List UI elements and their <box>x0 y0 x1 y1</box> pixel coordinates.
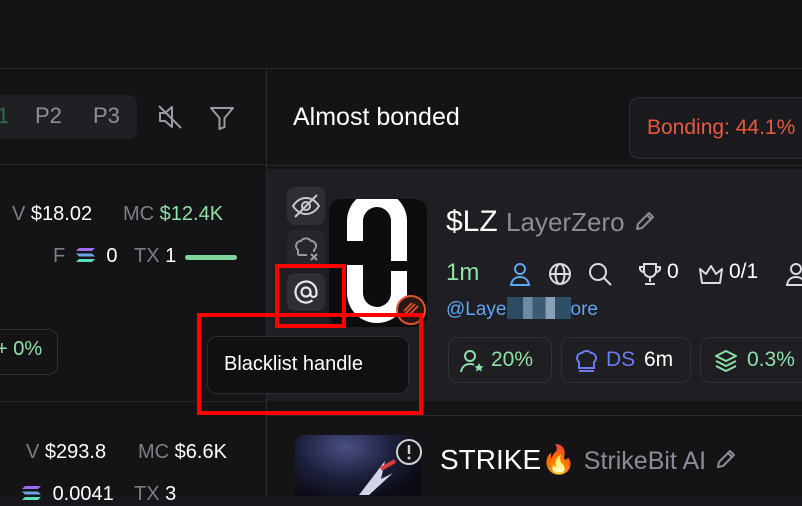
search-icon[interactable] <box>587 261 613 287</box>
alert-icon[interactable] <box>395 438 423 466</box>
token-row-2-tx: TX 3 <box>134 483 176 506</box>
token-row-1-tx: TX 1 <box>134 245 176 268</box>
token-row-1-fees: F 0 <box>53 245 117 268</box>
crown-icon <box>699 265 723 284</box>
handle-end: ore <box>570 299 598 320</box>
layers-chip[interactable]: 0.3% <box>700 337 802 383</box>
globe-icon[interactable] <box>547 261 573 287</box>
token-name[interactable]: LayerZero <box>506 207 625 237</box>
volume-value: $293.8 <box>44 441 107 463</box>
blacklist-dev-button[interactable] <box>287 230 325 268</box>
change-value: + 0% <box>0 338 43 360</box>
tx-value: 1 <box>165 245 177 267</box>
page-1-button[interactable]: 1 <box>0 103 9 129</box>
dev-sold-label: DS <box>606 348 636 371</box>
tx-ratio-bar <box>185 255 237 260</box>
chef-hat-x-icon <box>295 237 318 261</box>
token-ticker-line: $LZ LayerZero <box>446 205 657 239</box>
token-row-2-marketcap: MC $6.6K <box>138 441 227 464</box>
divider <box>267 415 802 416</box>
token-row-1-marketcap: MC $12.4K <box>123 203 223 226</box>
tx-label: TX <box>134 245 160 267</box>
almost-bonded-column: Almost bonded Bonding: 44.1% $LZ LayerZe… <box>267 69 802 496</box>
section-title: Almost bonded <box>293 103 460 131</box>
marketcap-label: MC <box>123 203 155 225</box>
volume-value: $18.02 <box>30 203 93 225</box>
marketcap-label: MC <box>138 441 170 463</box>
layers-chip-value: 0.3% <box>747 348 795 371</box>
fees-value: 0.0041 <box>52 483 114 505</box>
tx-value: 3 <box>165 483 177 505</box>
page-2-button[interactable]: P2 <box>35 103 62 129</box>
marketcap-value: $6.6K <box>174 441 227 463</box>
hide-button[interactable] <box>287 187 325 225</box>
fees-value: 0 <box>106 245 118 267</box>
token-ticker-line: STRIKE🔥 StrikeBit AI <box>440 443 738 476</box>
token-name[interactable]: StrikeBit AI <box>584 447 706 475</box>
token-row-1-volume: V $18.02 <box>12 203 92 226</box>
eye-off-icon <box>291 194 321 218</box>
token-ticker[interactable]: $LZ <box>446 205 498 238</box>
holders-chip[interactable]: 20% <box>448 337 552 383</box>
volume-label: V <box>12 203 26 225</box>
dev-sold-value: 6m <box>644 348 674 371</box>
pixelated-redaction <box>506 297 571 319</box>
user-icon <box>785 263 802 286</box>
mute-icon[interactable] <box>156 103 184 131</box>
trophy-icon <box>638 263 662 285</box>
chef-hat-icon <box>576 350 597 372</box>
volume-label: V <box>26 441 40 463</box>
left-column: 1 P2 P3 V $18.02 MC $12.4K F 0 TX 1 + 0%… <box>0 69 267 505</box>
bonding-text: Bonding: 44.1% <box>647 116 796 139</box>
layers-icon <box>715 350 737 372</box>
token-ticker[interactable]: STRIKE <box>440 444 541 475</box>
twitter-handle-link[interactable]: @Laye ore <box>446 297 598 321</box>
token-row-2-fees: 0.0041 <box>21 483 114 506</box>
user-star-icon <box>460 350 484 373</box>
page-3-button[interactable]: P3 <box>93 103 120 129</box>
crown-value: 0/1 <box>729 260 759 283</box>
divider <box>267 165 802 166</box>
edit-pencil-icon[interactable] <box>714 447 738 471</box>
top-bar <box>0 0 802 69</box>
holders-chip-value: 20% <box>491 348 534 371</box>
fees-label: F <box>53 245 66 267</box>
filter-icon[interactable] <box>208 104 236 132</box>
top-holders-value: 0 <box>667 260 679 283</box>
solana-icon <box>75 248 95 262</box>
user-icon[interactable] <box>507 261 533 287</box>
highlight-box <box>197 313 423 415</box>
handle-start: @Laye <box>446 299 507 320</box>
edit-pencil-icon[interactable] <box>633 209 657 233</box>
marketcap-value: $12.4K <box>159 203 224 225</box>
bonding-tooltip: Bonding: 44.1% <box>629 97 802 159</box>
token-age: 1m <box>446 259 480 286</box>
fire-emoji: 🔥 <box>541 444 577 475</box>
dev-sold-chip[interactable]: DS 6m <box>561 337 691 383</box>
token-row-2-volume: V $293.8 <box>26 441 106 464</box>
solana-icon <box>22 486 41 500</box>
tx-label: TX <box>134 483 160 505</box>
divider <box>0 164 266 165</box>
